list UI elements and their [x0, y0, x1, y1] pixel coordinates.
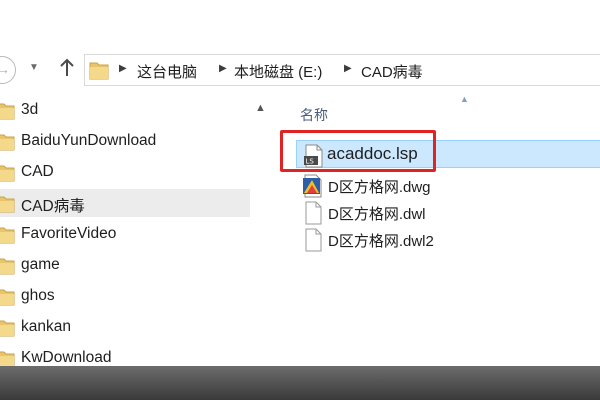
address-toolbar: → ▼ ▶ 这台电脑 ▶ 本地磁盘 (E:) ▶ CAD病毒	[0, 46, 600, 94]
red-highlight-annotation	[280, 130, 436, 172]
nav-item-label: BaiduYunDownload	[21, 132, 157, 149]
nav-item[interactable]: game	[0, 251, 250, 279]
navigation-pane: ▲ 3d BaiduYunDownload CAD CAD病毒 FavoriteVide…	[0, 94, 280, 368]
nav-item[interactable]: CAD	[0, 158, 250, 186]
column-header-name[interactable]: 名称	[300, 105, 328, 125]
up-button[interactable]	[58, 58, 76, 78]
folder-icon	[0, 289, 15, 306]
breadcrumb-this-pc[interactable]: 这台电脑	[137, 61, 197, 82]
nav-item-label: ghos	[21, 287, 55, 304]
nav-item[interactable]: ghos	[0, 282, 250, 310]
sort-ascending-icon: ▲	[460, 94, 469, 104]
folder-icon	[0, 320, 15, 337]
scroll-up-icon[interactable]: ▲	[255, 102, 266, 114]
folder-icon	[89, 62, 109, 80]
file-row[interactable]: D区方格网.dwl	[296, 198, 600, 226]
nav-item[interactable]: 3d	[0, 96, 250, 124]
address-bar[interactable]: ▶ 这台电脑 ▶ 本地磁盘 (E:) ▶ CAD病毒	[84, 54, 600, 86]
folder-icon	[0, 258, 15, 275]
file-row[interactable]: D区方格网.dwg	[296, 171, 600, 199]
nav-item-label: 3d	[21, 101, 39, 118]
file-name: D区方格网.dwl	[328, 206, 426, 223]
folder-icon	[0, 227, 15, 244]
nav-item-label: KwDownload	[21, 349, 112, 366]
dwg-file-icon	[303, 174, 322, 198]
nav-item-label: FavoriteVideo	[21, 225, 117, 242]
nav-item-label: CAD病毒	[21, 198, 85, 215]
folder-icon	[0, 165, 15, 182]
folder-icon	[0, 134, 15, 151]
folder-icon	[0, 103, 15, 120]
breadcrumb-cad-virus[interactable]: CAD病毒	[361, 61, 423, 82]
nav-item[interactable]: kankan	[0, 313, 250, 341]
nav-item[interactable]: FavoriteVideo	[0, 220, 250, 248]
arrow-up-icon	[60, 58, 74, 76]
breadcrumb-local-disk[interactable]: 本地磁盘 (E:)	[234, 61, 322, 82]
bottom-dark-bar	[0, 366, 600, 400]
nav-item[interactable]: BaiduYunDownload	[0, 127, 250, 155]
file-name: D区方格网.dwg	[328, 179, 431, 196]
breadcrumb-separator-icon[interactable]: ▶	[219, 63, 227, 74]
arrow-right-icon: →	[0, 61, 10, 77]
nav-item[interactable]: CAD病毒	[0, 189, 250, 217]
recent-locations-chevron-icon[interactable]: ▼	[29, 62, 39, 73]
folder-icon	[0, 196, 15, 213]
file-row[interactable]: D区方格网.dwl2	[296, 225, 600, 253]
nav-item-label: CAD	[21, 163, 54, 180]
breadcrumb-separator-icon[interactable]: ▶	[344, 63, 352, 74]
breadcrumb-separator-icon[interactable]: ▶	[119, 63, 127, 74]
nav-item-label: kankan	[21, 318, 71, 335]
blank-file-icon	[305, 201, 322, 225]
blank-file-icon	[305, 228, 322, 252]
back-button[interactable]: →	[0, 56, 16, 84]
file-name: D区方格网.dwl2	[328, 233, 434, 250]
nav-item-label: game	[21, 256, 60, 273]
